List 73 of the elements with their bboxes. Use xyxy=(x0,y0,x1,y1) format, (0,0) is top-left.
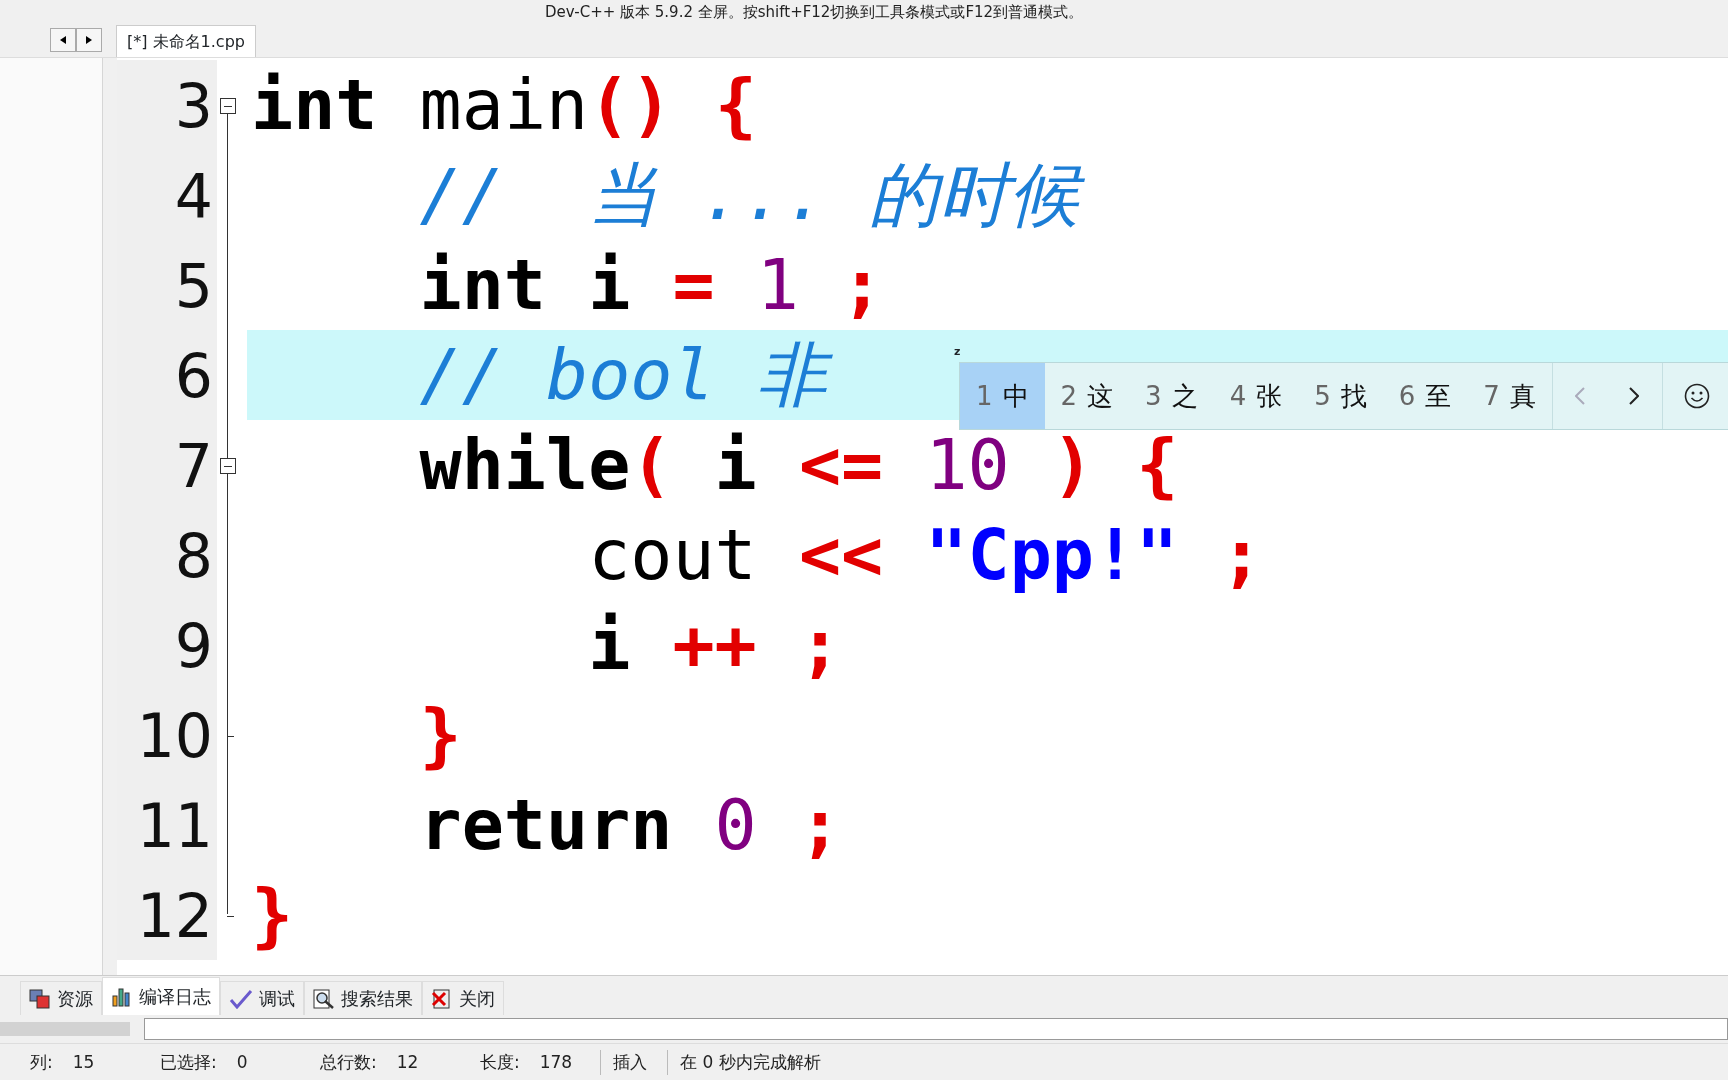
code-token: () xyxy=(588,63,673,146)
line-number: 8 xyxy=(117,510,217,600)
smiley-icon[interactable] xyxy=(1684,383,1711,409)
code-token: 0 xyxy=(714,783,757,866)
line-number: 11 xyxy=(117,780,217,870)
code-token: 1 xyxy=(756,243,799,326)
code-token: } xyxy=(419,693,462,776)
panel-tab[interactable]: 资源 xyxy=(20,981,102,1015)
code-token: int xyxy=(251,63,378,146)
candidate-item[interactable]: 6 至 xyxy=(1382,363,1468,429)
code-token: i xyxy=(588,603,631,686)
code-token: int xyxy=(419,243,546,326)
close-document-icon xyxy=(431,988,453,1009)
code-token: cout xyxy=(588,513,757,596)
next-page-icon[interactable] xyxy=(1629,387,1640,405)
code-token: ; xyxy=(798,783,842,866)
status-text: 插入 xyxy=(613,1050,647,1074)
line-number: 4 xyxy=(117,150,217,240)
code-token: = xyxy=(672,243,715,326)
code-token: i xyxy=(714,423,757,506)
panel-tab[interactable]: 关闭 xyxy=(422,981,504,1015)
scroll-right-button[interactable] xyxy=(76,28,102,52)
right-triangle-icon xyxy=(86,35,92,44)
code-token: // 当 ... 的时候 xyxy=(419,152,1093,237)
status-label: 列: xyxy=(30,1050,53,1074)
bar-chart-icon xyxy=(111,986,133,1007)
stacked-windows-icon xyxy=(29,988,51,1009)
line-number: 10 xyxy=(117,690,217,780)
panel-tab[interactable]: 搜索结果 xyxy=(304,981,422,1015)
code-token: i xyxy=(588,243,631,326)
line-number: 3 xyxy=(117,60,217,150)
candidate-item[interactable]: 7 真 xyxy=(1467,363,1552,429)
status-label: 已选择: xyxy=(160,1050,217,1074)
status-value: 15 xyxy=(72,1050,95,1074)
status-label: 长度: xyxy=(480,1050,520,1074)
scroll-left-button[interactable] xyxy=(50,28,76,52)
status-label: 总行数: xyxy=(320,1050,377,1074)
code-token: return xyxy=(419,783,673,866)
code-token: ; xyxy=(798,603,842,686)
status-value: 0 xyxy=(236,1050,248,1074)
magnifier-document-icon xyxy=(313,988,335,1009)
line-number: 9 xyxy=(117,600,217,690)
code-token: ++ xyxy=(672,603,757,686)
code-token: "Cpp!" xyxy=(925,513,1179,596)
candidate-item[interactable]: 4 张 xyxy=(1213,363,1299,429)
code-token: << xyxy=(798,513,884,596)
file-tab[interactable]: [*] 未命名1.cpp xyxy=(116,25,256,57)
code-token: { xyxy=(714,63,757,146)
code-token: while xyxy=(419,423,631,506)
code-token: <= xyxy=(798,423,884,506)
line-number: 6 xyxy=(117,330,217,420)
code-token: // bool 非 xyxy=(419,332,841,417)
code-token: ; xyxy=(1220,513,1263,596)
input-field[interactable] xyxy=(144,1018,1728,1040)
ime-marker: z xyxy=(954,346,961,358)
check-mark-icon xyxy=(229,988,253,1009)
candidate-item[interactable]: 1 中 xyxy=(960,363,1045,429)
code-token: ( xyxy=(630,423,673,506)
candidate-item[interactable]: 5 找 xyxy=(1298,363,1383,429)
code-token: ; xyxy=(841,243,884,326)
collapse-icon[interactable] xyxy=(220,98,236,114)
line-number: 7 xyxy=(117,420,217,510)
left-triangle-icon xyxy=(60,35,66,44)
panel-tab[interactable]: 编译日志 xyxy=(102,977,220,1015)
line-number: 12 xyxy=(117,870,217,960)
status-value: 12 xyxy=(396,1050,419,1074)
panel-tab[interactable]: 调试 xyxy=(220,981,304,1015)
code-token: main xyxy=(419,63,589,146)
status-text: 在 0 秒内完成解析 xyxy=(680,1050,821,1074)
line-number: 5 xyxy=(117,240,217,330)
status-value: 178 xyxy=(539,1050,573,1074)
collapse-icon[interactable] xyxy=(220,458,236,474)
code-token: } xyxy=(251,873,294,956)
